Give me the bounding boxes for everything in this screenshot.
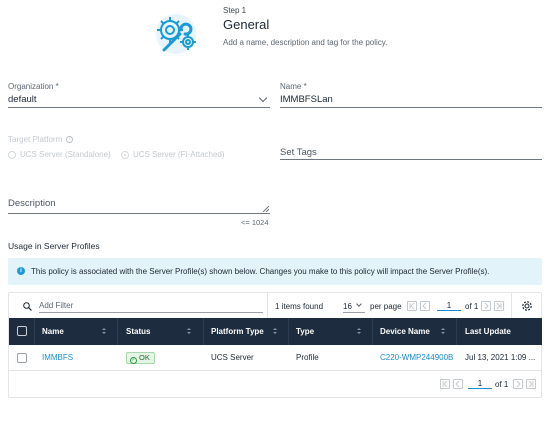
sort-icon[interactable] <box>441 328 446 335</box>
name-value: IMMBFSLan <box>280 94 333 105</box>
row-name-link[interactable]: IMMBFS <box>42 353 73 362</box>
column-header-name[interactable]: Name <box>42 327 64 336</box>
page-input[interactable]: 1 <box>437 301 461 311</box>
footer-first-page-button[interactable] <box>440 379 450 389</box>
info-banner: i This policy is associated with the Ser… <box>8 258 542 285</box>
platform-option-standalone[interactable]: UCS Server (Standalone) <box>8 150 111 159</box>
first-page-button[interactable] <box>407 301 417 311</box>
footer-page-input[interactable]: 1 <box>468 379 492 389</box>
set-tags-placeholder: Set Tags <box>280 147 317 158</box>
name-label: Name * <box>280 82 307 91</box>
row-last-update: Jul 13, 2021 1:09 ... <box>465 353 536 362</box>
footer-last-page-button[interactable] <box>526 379 536 389</box>
info-icon: i <box>66 136 74 144</box>
chevron-down-icon <box>258 93 268 103</box>
per-page-select[interactable]: 16 <box>343 299 365 313</box>
set-tags-input[interactable]: Set Tags <box>280 145 542 160</box>
search-icon <box>23 302 32 311</box>
per-page-value: 16 <box>343 302 352 311</box>
table-header: Name Status Platform Type Type Device Na… <box>9 318 542 345</box>
platform-option-label: UCS Server (FI-Attached) <box>132 150 225 159</box>
filter-placeholder: Add Filter <box>39 301 74 310</box>
description-textarea[interactable]: Description <box>8 196 270 214</box>
gear-icon[interactable] <box>521 300 533 312</box>
sort-icon[interactable] <box>273 328 278 335</box>
chevron-down-icon <box>356 301 362 307</box>
usage-section-title: Usage in Server Profiles <box>8 241 100 251</box>
platform-option-fi-attached[interactable]: UCS Server (FI-Attached) <box>120 150 225 159</box>
table-row[interactable] <box>9 345 542 371</box>
step-description: Add a name, description and tag for the … <box>223 38 388 47</box>
target-platform-label: Target Platform i <box>8 135 74 144</box>
gears-wrench-icon <box>150 10 204 58</box>
resize-handle-icon[interactable] <box>263 206 269 212</box>
page-of: of 1 <box>465 302 479 311</box>
column-header-status[interactable]: Status <box>126 327 150 336</box>
row-checkbox[interactable] <box>17 353 27 363</box>
info-icon: i <box>17 267 25 275</box>
per-page-label: per page <box>370 302 402 311</box>
radio-icon <box>8 150 16 159</box>
step-title: General <box>223 17 270 32</box>
platform-radio-group: UCS Server (Standalone) UCS Server (FI-A… <box>8 150 225 159</box>
step-number: Step 1 <box>223 6 247 15</box>
name-field[interactable]: IMMBFSLan <box>280 93 542 108</box>
radio-selected-icon <box>120 150 129 159</box>
column-header-platform-type[interactable]: Platform Type <box>211 327 264 336</box>
row-device-link[interactable]: C220-WMP244900B <box>380 353 453 362</box>
sort-icon[interactable] <box>187 328 192 335</box>
filter-input[interactable]: Add Filter <box>39 299 263 313</box>
items-found: 1 items found <box>275 302 324 311</box>
prev-page-button[interactable] <box>420 301 430 311</box>
next-page-button[interactable] <box>481 301 491 311</box>
column-header-device-name[interactable]: Device Name <box>380 327 430 336</box>
platform-option-label: UCS Server (Standalone) <box>20 150 111 159</box>
footer-page-of: of 1 <box>495 380 509 389</box>
row-platform-type: UCS Server <box>211 353 254 362</box>
char-limit: <= 1024 <box>241 218 269 227</box>
organization-select[interactable]: default <box>8 93 270 108</box>
row-type: Profile <box>296 353 319 362</box>
status-text: OK <box>139 353 150 362</box>
sort-icon[interactable] <box>357 328 362 335</box>
select-all-checkbox[interactable] <box>17 326 27 336</box>
status-badge: ✓ OK <box>126 352 155 364</box>
footer-prev-page-button[interactable] <box>453 379 463 389</box>
target-platform-label-text: Target Platform <box>8 135 63 144</box>
footer-next-page-button[interactable] <box>513 379 523 389</box>
column-header-last-update[interactable]: Last Update <box>465 327 511 336</box>
description-placeholder: Description <box>8 198 56 209</box>
sort-icon[interactable] <box>102 328 107 335</box>
column-header-type[interactable]: Type <box>296 327 314 336</box>
organization-value: default <box>8 94 37 105</box>
info-banner-text: This policy is associated with the Serve… <box>31 267 490 276</box>
check-circle-icon: ✓ <box>130 357 137 364</box>
last-page-button[interactable] <box>494 301 504 311</box>
organization-label: Organization * <box>8 82 59 91</box>
